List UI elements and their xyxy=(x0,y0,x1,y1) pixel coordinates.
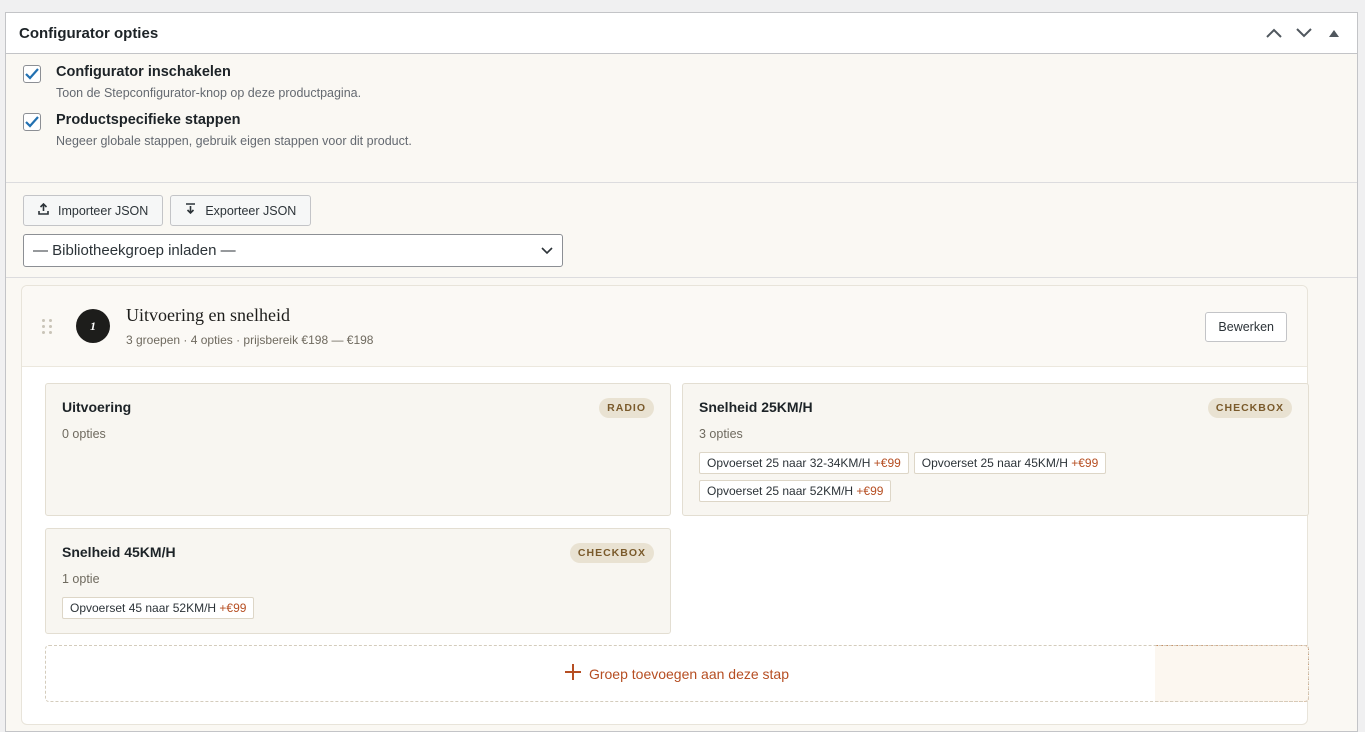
step-meta: 3 groepen · 4 opties · prijsbereik €198 … xyxy=(126,333,374,347)
option-chip: Opvoerset 25 naar 52KM/H +€99 xyxy=(699,480,892,502)
option-enable-configurator: Configurator inschakelen Toon de Stepcon… xyxy=(23,64,1340,100)
option-chip: Opvoerset 25 naar 32-34KM/H +€99 xyxy=(699,452,909,474)
upload-icon xyxy=(38,202,49,218)
option-chip: Opvoerset 45 naar 52KM/H +€99 xyxy=(62,597,255,619)
enable-configurator-checkbox[interactable] xyxy=(23,65,41,83)
download-icon xyxy=(185,203,196,218)
group-type-badge: RADIO xyxy=(599,398,654,418)
group-option-count: 0 opties xyxy=(62,427,106,441)
step-card: 1 Uitvoering en snelheid 3 groepen · 4 o… xyxy=(21,285,1309,725)
group-type-badge: CHECKBOX xyxy=(1207,398,1292,418)
product-specific-steps-checkbox[interactable] xyxy=(23,113,41,131)
option-chip: Opvoerset 25 naar 45KM/H +€99 xyxy=(913,452,1107,474)
group-title: Snelheid 25KM/H xyxy=(699,399,813,415)
move-down-icon[interactable] xyxy=(1294,23,1314,43)
step-title: Uitvoering en snelheid xyxy=(126,305,290,325)
panel-title: Configurator opties xyxy=(19,24,159,42)
drag-handle-icon[interactable] xyxy=(42,318,54,334)
group-card-uitvoering[interactable]: Uitvoering RADIO 0 opties xyxy=(45,383,671,516)
group-option-count: 3 opties xyxy=(699,427,743,441)
option-label: Configurator inschakelen xyxy=(56,64,231,80)
move-up-icon[interactable] xyxy=(1264,23,1284,43)
option-product-specific-steps: Productspecifieke stappen Negeer globale… xyxy=(23,112,1340,148)
group-title: Snelheid 45KM/H xyxy=(62,544,176,560)
toggle-panel-icon[interactable] xyxy=(1324,23,1344,43)
edit-step-button[interactable]: Bewerken xyxy=(1205,312,1287,342)
group-option-count: 1 optie xyxy=(62,572,100,586)
step-header: 1 Uitvoering en snelheid 3 groepen · 4 o… xyxy=(22,286,1307,367)
option-description: Negeer globale stappen, gebruik eigen st… xyxy=(56,134,412,148)
add-group-button[interactable]: Groep toevoegen aan deze stap xyxy=(45,645,1309,702)
chevron-down-icon xyxy=(541,242,553,259)
plus-icon xyxy=(564,664,581,683)
export-json-button[interactable]: Exporteer JSON xyxy=(170,195,312,226)
step-number: 1 xyxy=(76,309,110,343)
option-label: Productspecifieke stappen xyxy=(56,112,241,128)
group-type-badge: CHECKBOX xyxy=(569,543,654,563)
library-group-select[interactable]: — Bibliotheekgroep inladen — xyxy=(23,234,563,267)
group-card-snelheid-25[interactable]: Snelheid 25KM/H CHECKBOX 3 opties Opvoer… xyxy=(682,383,1309,516)
option-description: Toon de Stepconfigurator-knop op deze pr… xyxy=(56,86,362,100)
panel-header: Configurator opties xyxy=(6,13,1357,54)
group-card-snelheid-45[interactable]: Snelheid 45KM/H CHECKBOX 1 optie Opvoers… xyxy=(45,528,671,634)
import-json-button[interactable]: Importeer JSON xyxy=(23,195,164,226)
group-title: Uitvoering xyxy=(62,399,132,415)
